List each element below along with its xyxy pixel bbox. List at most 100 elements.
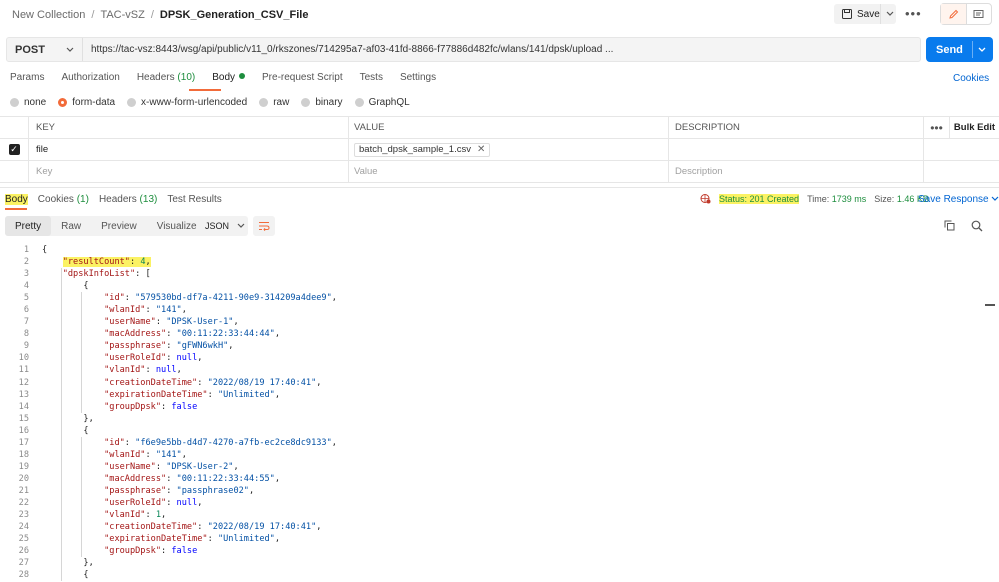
breadcrumb-separator: / xyxy=(150,9,154,21)
bulk-edit-button[interactable]: Bulk Edit xyxy=(950,117,999,138)
method-label: POST xyxy=(15,43,45,56)
radio-binary[interactable]: binary xyxy=(301,97,343,108)
code-text: "dpskInfoList": [ xyxy=(62,269,151,280)
comments-button[interactable] xyxy=(967,4,992,24)
save-options-button[interactable] xyxy=(880,4,898,24)
request-tabs: Params Authorization Headers (10) Body P… xyxy=(10,72,453,88)
code-text: "creationDateTime": "2022/08/19 17:40:41… xyxy=(104,522,322,533)
header-value: VALUE xyxy=(349,117,669,138)
code-text: }, xyxy=(42,558,94,569)
radio-urlencoded[interactable]: x-www-form-urlencoded xyxy=(127,97,247,108)
radio-circle xyxy=(127,98,137,107)
resp-tab-headers[interactable]: Headers (13) xyxy=(99,194,157,205)
tab-tests[interactable]: Tests xyxy=(360,72,383,88)
method-select[interactable]: POST xyxy=(7,38,83,61)
row-description[interactable] xyxy=(669,139,924,160)
line-number: 5 xyxy=(23,293,29,304)
radio-graphql[interactable]: GraphQL xyxy=(354,97,410,108)
resp-tab-body[interactable]: Body xyxy=(5,194,28,205)
radio-label: none xyxy=(24,97,47,108)
time-value: 1739 ms xyxy=(831,193,867,204)
row-enabled-checkbox[interactable]: ✓ xyxy=(8,144,20,155)
chevron-down-icon[interactable] xyxy=(977,41,987,58)
line-number: 25 xyxy=(18,534,29,545)
remove-file-icon[interactable]: ✕ xyxy=(477,144,485,155)
code-line: 5 "id": "579530bd-df7a-4211-90e9-314209a… xyxy=(0,292,999,304)
description-input[interactable]: Description xyxy=(669,161,924,182)
line-number: 18 xyxy=(18,449,29,460)
tab-params[interactable]: Params xyxy=(10,72,44,88)
key-input[interactable]: Key xyxy=(29,161,349,182)
chevron-down-icon xyxy=(66,47,74,52)
more-options-icon[interactable]: ••• xyxy=(924,117,950,138)
line-number: 27 xyxy=(18,558,29,569)
response-body-viewer[interactable]: 1{2 "resultCount": 4, 3 "dpskInfoList": [… xyxy=(0,244,999,582)
row-check-cell xyxy=(0,161,29,182)
code-text: "passphrase": "passphrase02", xyxy=(104,485,255,496)
tab-authorization[interactable]: Authorization xyxy=(61,72,119,88)
code-line: 17 "id": "f6e9e5bb-d4d7-4270-a7fb-ec2ce8… xyxy=(0,437,999,449)
scroll-marker xyxy=(985,304,995,306)
cookies-link[interactable]: Cookies xyxy=(953,73,989,84)
radio-label: x-www-form-urlencoded xyxy=(141,97,248,108)
tab-prerequest-script[interactable]: Pre-request Script xyxy=(262,72,343,88)
code-line: 12 "creationDateTime": "2022/08/19 17:40… xyxy=(0,377,999,389)
active-tab-indicator xyxy=(189,89,221,91)
send-button[interactable]: Send xyxy=(926,37,993,62)
table-header-row: KEY VALUE DESCRIPTION ••• Bulk Edit xyxy=(0,117,999,139)
form-data-table: KEY VALUE DESCRIPTION ••• Bulk Edit ✓ fi… xyxy=(0,116,999,183)
save-response-button[interactable]: Save Response xyxy=(918,194,999,205)
pencil-icon xyxy=(949,9,958,19)
value-input[interactable]: Value xyxy=(349,161,669,182)
radio-none[interactable]: none xyxy=(10,97,46,108)
breadcrumb-folder[interactable]: TAC-vSZ xyxy=(100,9,144,21)
chevron-down-icon xyxy=(886,11,893,16)
line-number: 26 xyxy=(18,546,29,557)
line-number: 1 xyxy=(23,245,29,255)
tab-body[interactable]: Body xyxy=(212,72,246,88)
code-text: "wlanId": "141", xyxy=(104,449,187,460)
line-number: 10 xyxy=(18,353,29,364)
row-value[interactable]: batch_dpsk_sample_1.csv ✕ xyxy=(349,139,669,160)
view-tab-raw[interactable]: Raw xyxy=(51,216,91,236)
line-number: 8 xyxy=(23,329,29,340)
code-line: 25 "expirationDateTime": "Unlimited", xyxy=(0,533,999,545)
edit-button[interactable] xyxy=(941,4,967,24)
line-number: 11 xyxy=(18,365,29,376)
status-badge[interactable]: Status: 201 Created xyxy=(719,193,800,204)
copy-icon[interactable] xyxy=(944,220,955,231)
view-tab-pretty[interactable]: Pretty xyxy=(5,216,52,236)
view-tab-preview[interactable]: Preview xyxy=(91,216,147,236)
format-select[interactable]: JSON xyxy=(198,216,248,236)
save-label: Save xyxy=(857,8,880,20)
code-line: 14 "groupDpsk": false xyxy=(0,401,999,413)
response-time[interactable]: Time: 1739 ms xyxy=(807,194,866,204)
more-actions-icon[interactable]: ••• xyxy=(905,6,922,21)
resp-tab-test-results[interactable]: Test Results xyxy=(167,194,221,205)
code-line: 11 "vlanId": null, xyxy=(0,364,999,376)
code-line: 19 "userName": "DPSK-User-2", xyxy=(0,461,999,473)
breadcrumb-collection[interactable]: New Collection xyxy=(12,9,85,21)
breadcrumb-request[interactable]: DPSK_Generation_CSV_File xyxy=(160,9,309,21)
active-resp-tab-indicator xyxy=(5,208,27,210)
search-icon[interactable] xyxy=(971,220,983,232)
wrap-lines-button[interactable] xyxy=(253,216,275,236)
line-number: 13 xyxy=(18,389,29,400)
code-line: 16 { xyxy=(0,425,999,437)
chevron-down-icon xyxy=(237,223,245,228)
resp-tab-headers-count: (13) xyxy=(139,194,158,205)
resp-tab-cookies[interactable]: Cookies (1) xyxy=(38,194,89,205)
globe-warning-icon[interactable] xyxy=(700,193,711,204)
row-key[interactable]: file xyxy=(29,139,349,160)
line-number: 4 xyxy=(23,281,29,292)
tab-headers[interactable]: Headers (10) xyxy=(137,72,195,88)
url-input[interactable]: https://tac-vsz:8443/wsg/api/public/v11_… xyxy=(83,44,613,55)
line-number: 23 xyxy=(18,510,29,521)
radio-form-data[interactable]: form-data xyxy=(58,97,115,108)
radio-raw[interactable]: raw xyxy=(259,97,289,108)
radio-label: GraphQL xyxy=(368,97,410,108)
resp-tab-cookies-label: Cookies xyxy=(37,194,74,205)
code-text: }, xyxy=(42,413,94,424)
size-label: Size: xyxy=(874,193,895,204)
tab-settings[interactable]: Settings xyxy=(400,72,436,88)
